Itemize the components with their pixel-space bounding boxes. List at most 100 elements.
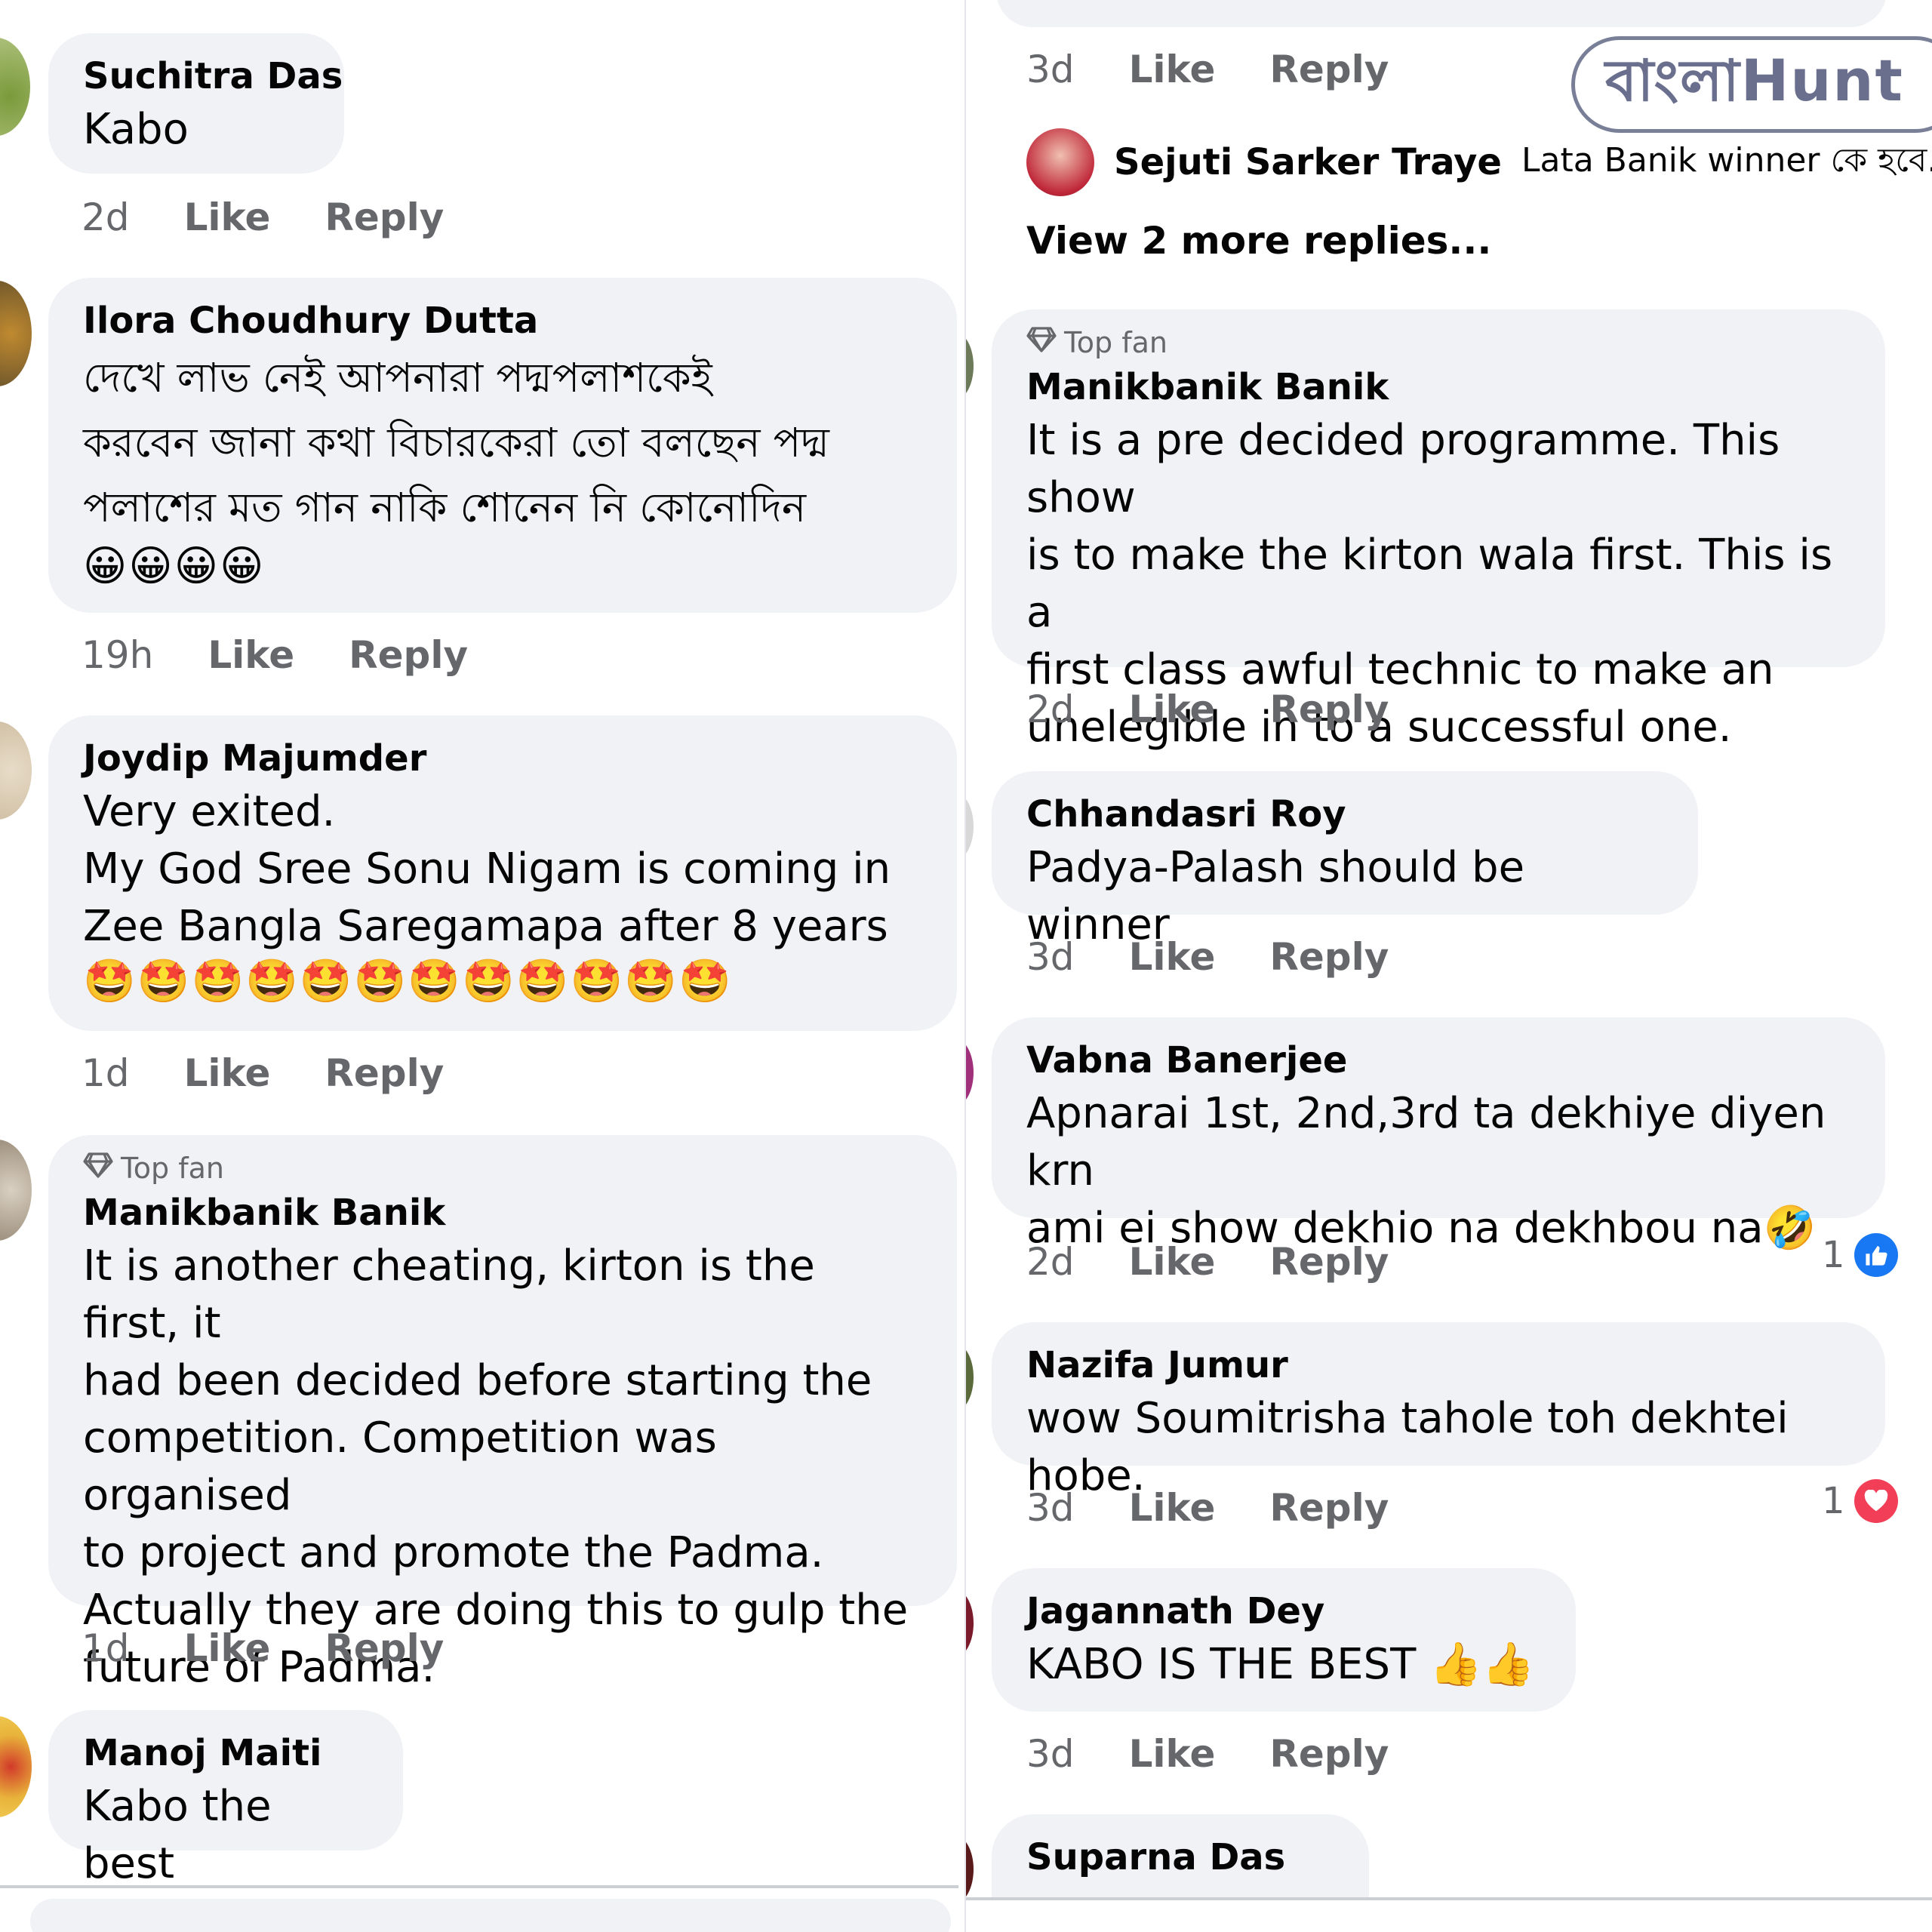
commenter-name[interactable]: Suparna Das (1026, 1832, 1334, 1882)
commenter-name[interactable]: Suchitra Das (83, 51, 343, 101)
commenter-name[interactable]: Vabna Banerjee (1026, 1035, 1850, 1085)
bottom-bar (0, 1885, 958, 1888)
like-button[interactable]: Like (1129, 1239, 1216, 1284)
comment-bubble: Ilora Choudhury Dutta দেখে লাভ নেই আপনার… (48, 278, 957, 613)
avatar[interactable] (0, 38, 30, 136)
like-button[interactable]: Like (184, 195, 271, 240)
next-comment-edge (30, 1899, 951, 1932)
reply-button[interactable]: Reply (1269, 47, 1389, 92)
bottom-bar (966, 1897, 1932, 1932)
comment-actions: 3d Like Reply (1026, 1485, 1389, 1531)
comment-time[interactable]: 1d (82, 1051, 130, 1096)
comment-bubble (996, 0, 1887, 27)
top-fan-badge: Top fan (1026, 323, 1850, 362)
comment-actions: 19h Like Reply (82, 632, 468, 678)
top-fan-label: Top fan (121, 1152, 224, 1185)
comment-text: KABO IS THE BEST 👍👍 (1026, 1640, 1535, 1689)
view-more-replies-link[interactable]: View 2 more replies... (1026, 219, 1491, 263)
reply-button[interactable]: Reply (325, 1051, 444, 1096)
thumbs-up-icon (1854, 1233, 1898, 1277)
comment-text: Kabo (83, 105, 189, 154)
commenter-name[interactable]: Chhandasri Roy (1026, 789, 1663, 839)
like-button[interactable]: Like (208, 632, 294, 678)
comment-actions: 2d Like Reply (1026, 687, 1389, 732)
like-button[interactable]: Like (1129, 47, 1216, 92)
reply-button[interactable]: Reply (325, 195, 444, 240)
like-button[interactable]: Like (1129, 687, 1216, 732)
top-fan-label: Top fan (1064, 326, 1168, 359)
watermark-logo: বাংলাHunt (1571, 36, 1932, 133)
comment-time[interactable]: 3d (1026, 934, 1075, 980)
avatar[interactable] (0, 281, 32, 386)
comment-bubble: Joydip Majumder Very exited. My God Sree… (48, 715, 957, 1031)
comment-actions: 2d Like Reply (1026, 1239, 1389, 1284)
comment-time[interactable]: 19h (82, 632, 153, 678)
emoji-row: 😀😀😀😀 (83, 542, 266, 591)
comment-bubble: Suchitra Das Kabo (48, 33, 344, 174)
commenter-name[interactable]: Nazifa Jumur (1026, 1340, 1850, 1390)
comment-time[interactable]: 1d (82, 1626, 130, 1671)
reply-button[interactable]: Reply (1269, 934, 1389, 980)
avatar[interactable] (0, 1716, 32, 1817)
comment-time[interactable]: 3d (1026, 1731, 1075, 1777)
avatar[interactable] (0, 1140, 32, 1241)
comment-text: Kabo the best (83, 1782, 272, 1888)
comment-actions: 3d Like Reply (1026, 1731, 1389, 1777)
heart-icon (1854, 1479, 1898, 1523)
comment-actions: 1d Like Reply (82, 1626, 444, 1671)
top-fan-badge: Top fan (83, 1149, 922, 1188)
reply-button[interactable]: Reply (1269, 687, 1389, 732)
reply-text: Lata Banik winner কে হবে... (1521, 140, 1932, 180)
avatar[interactable] (966, 1038, 974, 1106)
reaction-summary[interactable]: 1 (1822, 1479, 1898, 1523)
reply-button[interactable]: Reply (1269, 1731, 1389, 1777)
comment-bubble: Manoj Maiti Kabo the best (48, 1710, 403, 1888)
comment-time[interactable]: 3d (1026, 1485, 1075, 1531)
right-comments-panel: 3d Like Reply Sejuti Sarker Traye Lata B… (966, 0, 1932, 1932)
diamond-icon (83, 1149, 113, 1188)
avatar[interactable] (966, 1589, 974, 1657)
commenter-name[interactable]: Manoj Maiti (83, 1728, 368, 1778)
avatar[interactable] (966, 792, 974, 860)
like-button[interactable]: Like (1129, 934, 1216, 980)
comment-actions: 3d Like Reply (1026, 47, 1389, 92)
like-button[interactable]: Like (184, 1626, 271, 1671)
commenter-name[interactable]: Manikbanik Banik (83, 1188, 922, 1238)
avatar[interactable] (0, 721, 32, 820)
reply-button[interactable]: Reply (1269, 1485, 1389, 1531)
comment-bubble: Vabna Banerjee Apnarai 1st, 2nd,3rd ta d… (992, 1017, 1885, 1253)
reaction-count: 1 (1822, 1234, 1845, 1276)
emoji-row: 🤩🤩🤩🤩🤩🤩🤩🤩🤩🤩🤩🤩 (83, 957, 733, 1006)
comment-time[interactable]: 2d (1026, 687, 1075, 732)
left-comments-panel: Suchitra Das Kabo 2d Like Reply Ilora Ch… (0, 0, 966, 1932)
like-button[interactable]: Like (1129, 1485, 1216, 1531)
commenter-name[interactable]: Jagannath Dey (1026, 1586, 1541, 1636)
reply-button[interactable]: Reply (1269, 1239, 1389, 1284)
reply-preview[interactable]: Sejuti Sarker Traye Lata Banik winner কে… (1026, 128, 1932, 196)
commenter-name[interactable]: Sejuti Sarker Traye (1114, 137, 1502, 187)
reaction-summary[interactable]: 1 (1822, 1233, 1898, 1277)
comment-bubble: Top fan Manikbanik Banik It is a pre dec… (992, 309, 1885, 752)
comment-text: দেখে লাভ নেই আপনারা পদ্মপলাশকেই করবেন জা… (83, 354, 829, 531)
comment-bubble: Nazifa Jumur wow Soumitrisha tahole toh … (992, 1322, 1885, 1500)
like-button[interactable]: Like (184, 1051, 271, 1096)
comment-time[interactable]: 3d (1026, 47, 1075, 92)
comment-bubble: Chhandasri Roy Padya-Palash should be wi… (992, 771, 1698, 949)
reply-button[interactable]: Reply (325, 1626, 444, 1671)
reply-button[interactable]: Reply (349, 632, 468, 678)
avatar[interactable] (1026, 128, 1094, 196)
commenter-name[interactable]: Ilora Choudhury Dutta (83, 296, 922, 346)
avatar[interactable] (966, 1343, 974, 1411)
comment-text: Very exited. My God Sree Sonu Nigam is c… (83, 787, 891, 951)
reaction-count: 1 (1822, 1480, 1845, 1522)
avatar[interactable] (966, 332, 974, 400)
comment-bubble: Jagannath Dey KABO IS THE BEST 👍👍 (992, 1568, 1576, 1712)
avatar[interactable] (966, 1835, 974, 1903)
commenter-name[interactable]: Manikbanik Banik (1026, 362, 1850, 412)
comment-time[interactable]: 2d (1026, 1239, 1075, 1284)
commenter-name[interactable]: Joydip Majumder (83, 734, 922, 783)
comment-bubble: Top fan Manikbanik Banik It is another c… (48, 1135, 957, 1692)
comment-text: Apnarai 1st, 2nd,3rd ta dekhiye diyen kr… (1026, 1089, 1826, 1253)
comment-time[interactable]: 2d (82, 195, 130, 240)
like-button[interactable]: Like (1129, 1731, 1216, 1777)
